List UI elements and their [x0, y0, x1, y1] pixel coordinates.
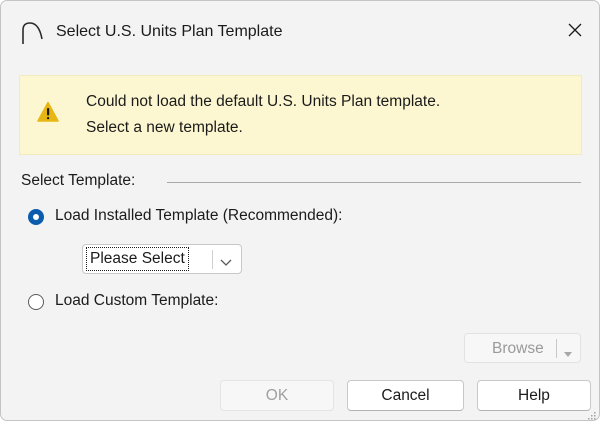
radio-installed-template[interactable] — [28, 209, 44, 225]
close-icon — [568, 23, 582, 42]
dropdown-selected-value: Please Select — [86, 247, 189, 271]
radio-custom-template-label[interactable]: Load Custom Template: — [55, 292, 218, 310]
resize-grip-icon[interactable] — [587, 408, 597, 420]
cancel-button[interactable]: Cancel — [347, 380, 464, 411]
warning-message-line-2: Select a new template. — [86, 119, 243, 136]
warning-triangle-icon — [37, 101, 59, 123]
radio-custom-template[interactable] — [28, 294, 44, 310]
chevron-down-icon[interactable] — [219, 254, 233, 266]
dropdown-separator — [212, 250, 213, 269]
title-bar[interactable]: Select U.S. Units Plan Template — [1, 1, 599, 63]
installed-template-dropdown[interactable]: Please Select — [82, 244, 242, 274]
warning-message-line-1: Could not load the default U.S. Units Pl… — [86, 93, 441, 110]
ok-button[interactable]: OK — [220, 380, 334, 411]
browse-button-label: Browse — [492, 340, 544, 357]
browse-split-separator — [556, 339, 557, 358]
close-button[interactable] — [551, 1, 599, 63]
group-divider — [167, 182, 581, 183]
dialog-window: Select U.S. Units Plan Template Could no… — [0, 0, 600, 421]
dialog-title: Select U.S. Units Plan Template — [56, 23, 283, 40]
caret-down-icon[interactable] — [563, 345, 573, 357]
warning-banner: Could not load the default U.S. Units Pl… — [19, 75, 582, 155]
app-arc-icon — [19, 21, 45, 45]
browse-button[interactable]: Browse — [464, 333, 581, 363]
help-button[interactable]: Help — [477, 380, 591, 411]
select-template-group-label: Select Template: — [21, 172, 146, 190]
radio-installed-template-label[interactable]: Load Installed Template (Recommended): — [55, 207, 342, 225]
